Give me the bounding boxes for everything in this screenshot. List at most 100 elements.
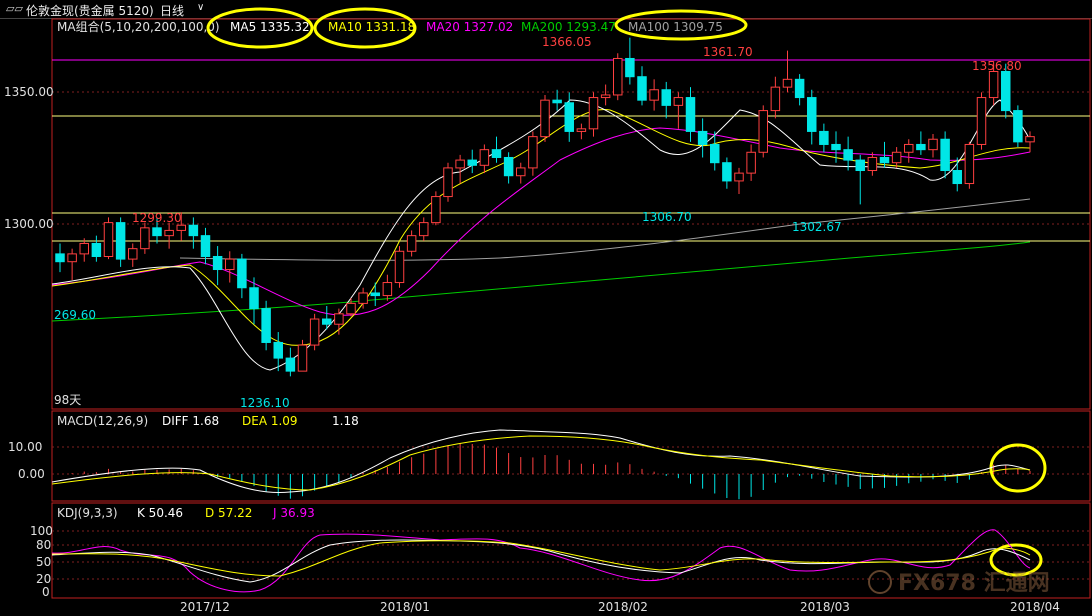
ma-legend-label[interactable]: MA组合(5,10,20,200,100,0) (57, 19, 220, 34)
candle[interactable] (212, 246, 223, 286)
candle[interactable] (115, 217, 126, 267)
candle[interactable] (855, 154, 865, 205)
candle[interactable] (600, 84, 611, 106)
candle-body (176, 224, 186, 231)
candle[interactable] (443, 162, 453, 202)
macd-legend-label[interactable]: MACD(12,26,9) (57, 414, 148, 428)
diff-line[interactable] (51, 429, 1031, 494)
candle[interactable] (576, 123, 587, 140)
candle[interactable] (697, 118, 708, 158)
candle[interactable] (419, 217, 429, 241)
ma20-legend: MA20 1327.02 (426, 20, 513, 34)
highlight-ellipse (989, 443, 1047, 493)
candle[interactable] (140, 222, 150, 254)
ma5-line[interactable] (51, 99, 1031, 371)
candle[interactable] (952, 157, 962, 192)
candle[interactable] (431, 191, 441, 226)
candle[interactable] (673, 92, 684, 129)
ma20-line[interactable] (51, 127, 1031, 316)
candle-body (831, 143, 841, 151)
y-label: 10.00 (8, 440, 42, 454)
candle-body (103, 222, 114, 257)
candle[interactable] (758, 105, 768, 158)
candle[interactable] (491, 136, 502, 163)
candle[interactable] (346, 298, 356, 317)
candle[interactable] (370, 282, 380, 306)
candle[interactable] (976, 92, 987, 150)
kline-chart[interactable]: 1350.00 1300.00 10.00 0.00 100 80 50 20 … (0, 0, 1092, 616)
candle[interactable] (891, 147, 902, 168)
candles[interactable] (55, 37, 1035, 377)
candle-body (843, 149, 853, 161)
ma200-line[interactable] (51, 241, 1031, 322)
candle[interactable] (225, 251, 235, 283)
candle[interactable] (722, 157, 732, 189)
candle[interactable] (940, 131, 950, 179)
j-line[interactable] (51, 529, 1031, 593)
candle-body (564, 102, 574, 132)
candle[interactable] (964, 141, 975, 189)
candle[interactable] (782, 50, 793, 93)
candle[interactable] (237, 253, 247, 299)
candle-body (552, 99, 562, 104)
candle[interactable] (746, 144, 756, 181)
candle[interactable] (770, 76, 781, 119)
candle[interactable] (382, 274, 393, 301)
candle[interactable] (904, 139, 914, 163)
candle[interactable] (67, 248, 77, 280)
candle[interactable] (685, 87, 696, 142)
candle[interactable] (649, 79, 659, 111)
candle[interactable] (55, 243, 65, 273)
candle[interactable] (79, 238, 89, 262)
y-label: 80 (36, 538, 51, 552)
candle[interactable] (819, 123, 829, 153)
candle[interactable] (552, 89, 562, 111)
candle[interactable] (516, 162, 526, 184)
kdj-legend-label[interactable]: KDJ(9,3,3) (57, 506, 118, 520)
candle[interactable] (928, 134, 938, 158)
candle[interactable] (625, 37, 635, 85)
candle-body (503, 156, 514, 177)
candle[interactable] (406, 230, 417, 257)
x-label: 2017/12 (180, 600, 230, 614)
candle[interactable] (794, 74, 805, 106)
candle-body (637, 76, 647, 101)
candle-body (431, 196, 441, 224)
dea-legend: DEA 1.09 (242, 414, 298, 428)
candle[interactable] (916, 131, 926, 155)
candle[interactable] (285, 347, 296, 377)
ma100-line[interactable] (179, 198, 1031, 261)
candle[interactable] (188, 217, 199, 249)
ma10-line[interactable] (51, 109, 1031, 346)
candle[interactable] (261, 300, 271, 351)
candle[interactable] (322, 305, 332, 330)
candle[interactable] (540, 94, 550, 142)
candle[interactable] (467, 149, 477, 174)
candle[interactable] (128, 243, 138, 267)
candle[interactable] (91, 235, 102, 262)
dea-line[interactable] (51, 435, 1031, 491)
candle[interactable] (528, 131, 538, 176)
candle[interactable] (479, 144, 490, 174)
candle[interactable] (394, 246, 405, 288)
candle[interactable] (503, 152, 514, 184)
candle[interactable] (103, 217, 114, 260)
candle[interactable] (637, 66, 647, 106)
candle[interactable] (164, 222, 174, 249)
candle[interactable] (734, 167, 744, 194)
macd-histogram[interactable] (60, 443, 1031, 500)
candle[interactable] (661, 81, 671, 119)
candle[interactable] (613, 53, 623, 101)
candle[interactable] (807, 89, 817, 145)
k-line[interactable] (51, 539, 1031, 583)
candle[interactable] (455, 154, 465, 184)
candle[interactable] (358, 287, 368, 309)
candle[interactable] (334, 308, 344, 335)
candle[interactable] (843, 136, 853, 171)
candle-body (225, 258, 235, 271)
candle[interactable] (309, 313, 320, 351)
k-legend: K 50.46 (137, 506, 183, 520)
candle[interactable] (1013, 105, 1023, 148)
candle[interactable] (588, 92, 599, 137)
candle[interactable] (867, 152, 878, 176)
